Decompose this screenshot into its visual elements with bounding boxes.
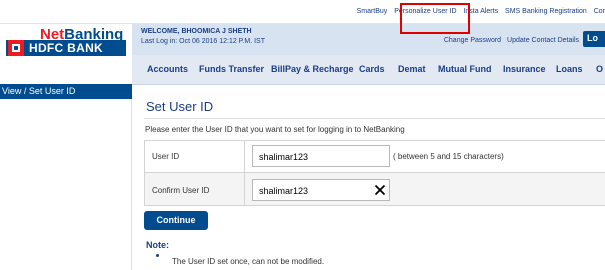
update-contact-details-link[interactable]: Update Contact Details bbox=[507, 37, 579, 44]
nav-cards[interactable]: Cards bbox=[359, 64, 385, 74]
hdfc-logo[interactable]: HDFC BANK bbox=[6, 40, 126, 56]
header-links: Change Password Update Contact Details bbox=[440, 37, 579, 44]
top-links: SmartBuy Personalize User ID Insta Alert… bbox=[352, 8, 605, 15]
nav-accounts[interactable]: Accounts bbox=[147, 64, 188, 74]
sidebar bbox=[0, 85, 132, 270]
highlight-annotation bbox=[400, 3, 470, 34]
hdfc-logo-icon bbox=[8, 40, 24, 56]
welcome-text: WELCOME, BHOOMICA J SHETH bbox=[141, 28, 252, 35]
confirm-user-id-label: Confirm User ID bbox=[152, 186, 210, 195]
note-heading: Note: bbox=[146, 240, 169, 250]
page-title: Set User ID bbox=[146, 99, 214, 114]
confirm-user-id-input[interactable]: shalimar123 bbox=[252, 179, 390, 201]
form-column-divider bbox=[244, 140, 245, 206]
user-id-input[interactable]: shalimar123 bbox=[252, 145, 390, 167]
close-icon[interactable] bbox=[374, 184, 386, 196]
sms-banking-registration-link[interactable]: SMS Banking Registration bbox=[505, 8, 587, 15]
nav-others[interactable]: O bbox=[596, 64, 603, 74]
user-id-label: User ID bbox=[152, 152, 180, 161]
last-login-text: Last Log in: Oct 06 2016 12:12 P.M. IST bbox=[141, 38, 266, 45]
logout-button[interactable]: Lo bbox=[583, 31, 605, 47]
user-id-hint: ( between 5 and 15 characters) bbox=[393, 152, 504, 161]
nav-funds-transfer[interactable]: Funds Transfer bbox=[199, 64, 264, 74]
nav-demat[interactable]: Demat bbox=[398, 64, 426, 74]
nav-mutual-fund[interactable]: Mutual Fund bbox=[438, 64, 492, 74]
bank-name: HDFC BANK bbox=[29, 41, 104, 55]
change-password-link[interactable]: Change Password bbox=[444, 37, 501, 44]
bullet-icon bbox=[156, 254, 159, 257]
nav-insurance[interactable]: Insurance bbox=[503, 64, 546, 74]
note-item: The User ID set once, can not be modifie… bbox=[172, 257, 325, 266]
smartbuy-link[interactable]: SmartBuy bbox=[357, 8, 388, 15]
title-divider bbox=[144, 118, 605, 119]
nav-loans[interactable]: Loans bbox=[556, 64, 583, 74]
continue-button[interactable]: Continue bbox=[144, 211, 208, 230]
instruction-text: Please enter the User ID that you want t… bbox=[145, 125, 405, 134]
nav-billpay-recharge[interactable]: BillPay & Recharge bbox=[271, 64, 354, 74]
sidebar-item-view-set-user-id[interactable]: View / Set User ID bbox=[0, 84, 132, 99]
corporate-link[interactable]: Cor bbox=[594, 8, 605, 15]
form-row-divider bbox=[144, 172, 605, 173]
